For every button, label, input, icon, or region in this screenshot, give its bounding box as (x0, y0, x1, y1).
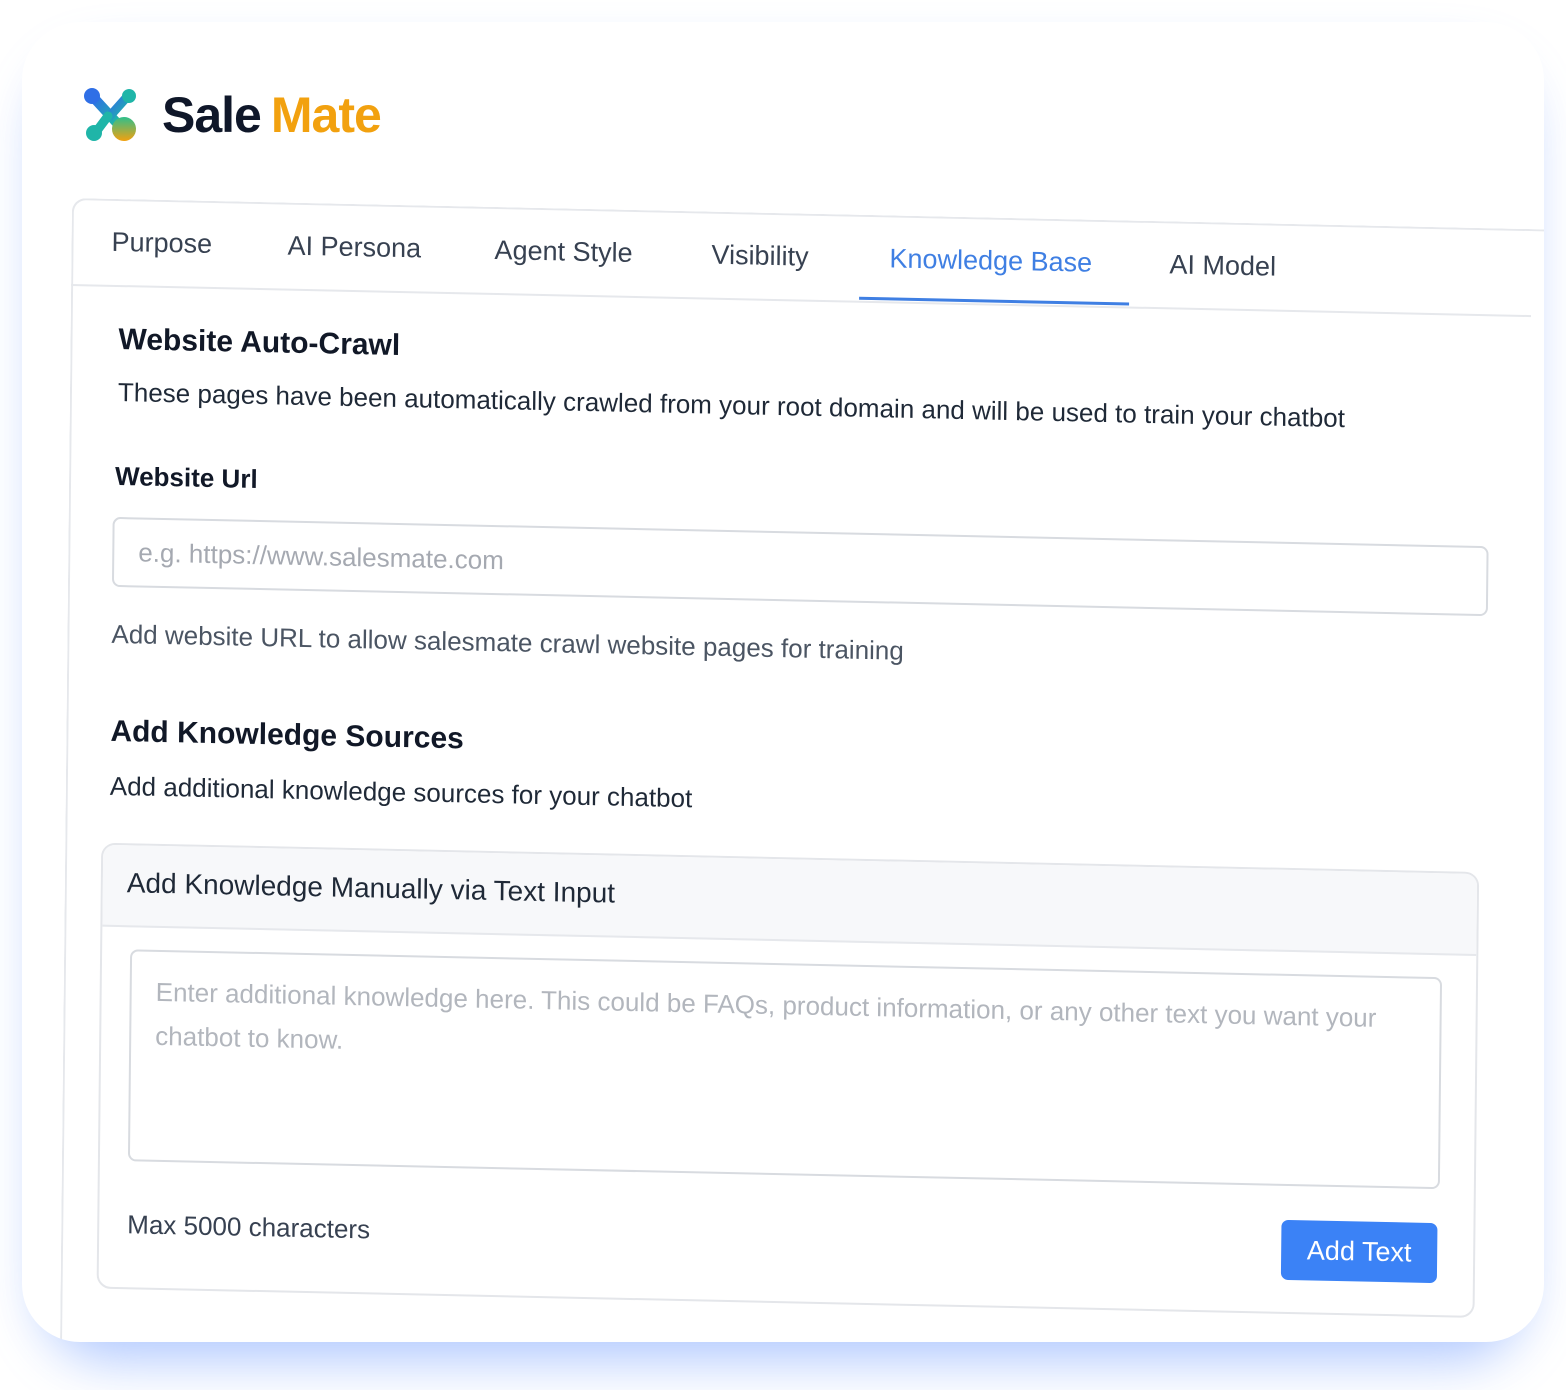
settings-card: Sale Mate Purpose AI Persona Agent Style … (22, 22, 1544, 1342)
salemate-logo-icon (84, 88, 136, 141)
tab-ai-model[interactable]: AI Model (1169, 249, 1276, 282)
manual-knowledge-title: Add Knowledge Manually via Text Input (126, 867, 616, 909)
knowledge-text-input[interactable] (127, 949, 1443, 1190)
website-url-label: Website Url (114, 460, 258, 494)
crawl-section-title: Website Auto-Crawl (118, 323, 401, 362)
manual-knowledge-card: Add Knowledge Manually via Text Input Ma… (96, 842, 1480, 1318)
settings-panel: Purpose AI Persona Agent Style Visibilit… (59, 198, 1544, 1342)
brand: Sale Mate (82, 84, 382, 146)
max-characters-note: Max 5000 characters (127, 1209, 371, 1245)
stage: Sale Mate Purpose AI Persona Agent Style … (0, 0, 1566, 1390)
tab-visibility[interactable]: Visibility (711, 240, 808, 273)
brand-name-part1: Sale (162, 87, 262, 143)
brand-name: Sale Mate (162, 86, 382, 144)
tab-knowledge-base[interactable]: Knowledge Base (889, 243, 1092, 278)
tab-purpose[interactable]: Purpose (111, 227, 212, 260)
add-text-button[interactable]: Add Text (1280, 1219, 1438, 1284)
tab-ai-persona[interactable]: AI Persona (287, 231, 421, 265)
brand-name-part2: Mate (270, 87, 382, 143)
tab-agent-style[interactable]: Agent Style (494, 235, 632, 269)
